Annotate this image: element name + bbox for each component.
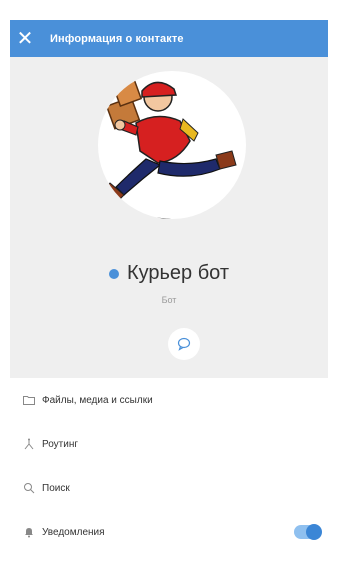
menu-item-label: Роутинг xyxy=(42,438,79,450)
courier-illustration xyxy=(103,76,237,219)
avatar xyxy=(98,71,246,219)
chat-bubble-icon xyxy=(177,337,191,351)
contact-subtitle: Бот xyxy=(161,295,177,305)
menu-item-notifications[interactable]: Уведомления xyxy=(10,510,328,554)
header-title: Информация о контакте xyxy=(50,32,184,45)
menu-item-label: Поиск xyxy=(42,482,70,494)
online-status-icon xyxy=(108,268,119,279)
contact-name: Курьер бот xyxy=(126,262,230,284)
contact-menu: Файлы, медиа и ссылки Роутинг Поиск Увед… xyxy=(10,378,328,554)
close-icon[interactable]: ✕ xyxy=(10,20,40,57)
bell-icon xyxy=(22,525,36,539)
contact-info-panel: ✕ Информация о контакте Курьер бот Бот Ф… xyxy=(0,0,337,562)
menu-item-label: Уведомления xyxy=(42,526,105,538)
header-bar: ✕ Информация о контакте xyxy=(10,20,328,57)
notifications-toggle[interactable] xyxy=(294,524,322,540)
menu-item-label: Файлы, медиа и ссылки xyxy=(42,394,153,406)
routing-icon xyxy=(22,437,36,451)
search-icon xyxy=(22,481,36,495)
menu-item-files[interactable]: Файлы, медиа и ссылки xyxy=(10,378,328,422)
profile-section: Курьер бот Бот xyxy=(10,57,328,378)
menu-item-search[interactable]: Поиск xyxy=(10,466,328,510)
toggle-knob xyxy=(306,524,322,540)
folder-icon xyxy=(22,393,36,407)
contact-name-row: Курьер бот xyxy=(10,262,328,285)
menu-item-routing[interactable]: Роутинг xyxy=(10,422,328,466)
message-button[interactable] xyxy=(168,328,200,360)
